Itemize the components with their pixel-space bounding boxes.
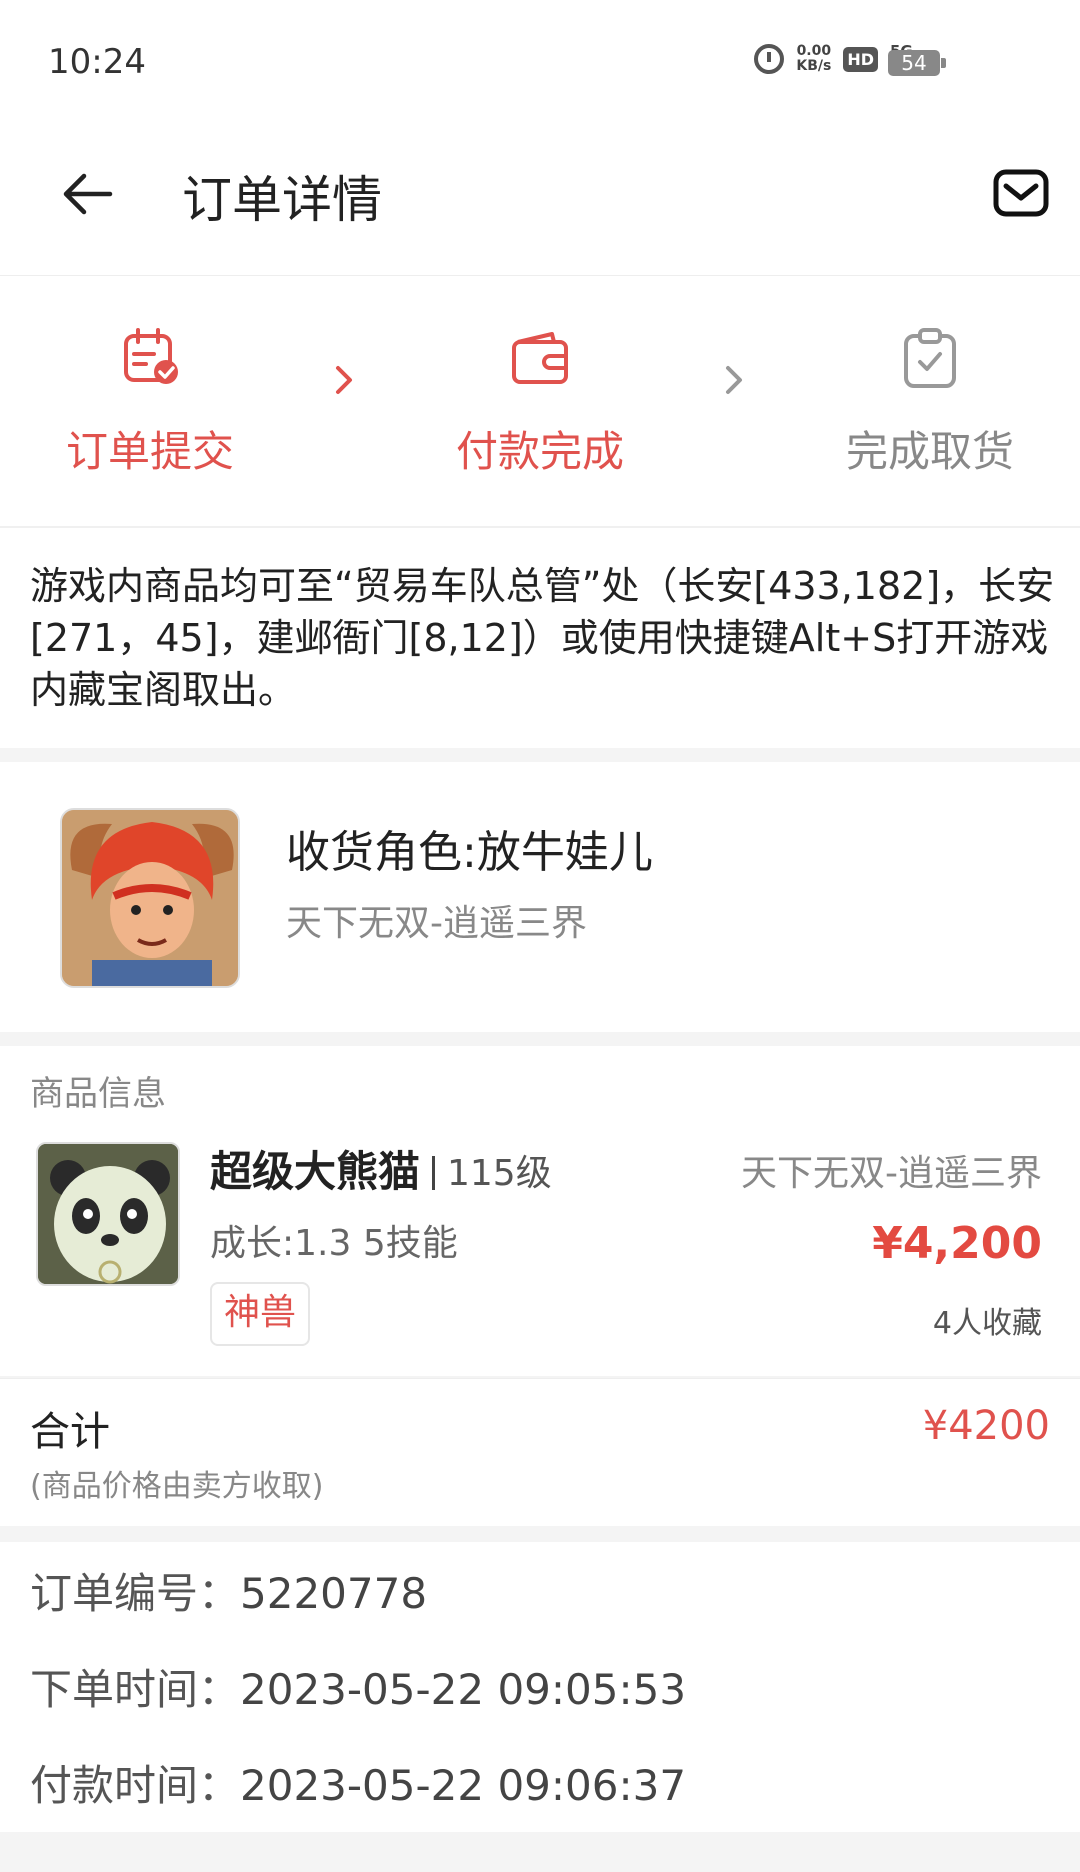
status-bar: 10:24 0.00 KB/s HD 5G 54 <box>0 0 1080 120</box>
notice-text: 游戏内商品均可至“贸易车队总管”处（长安[433,182]，长安[271，45]… <box>30 564 1055 712</box>
pickup-notice: 游戏内商品均可至“贸易车队总管”处（长安[433,182]，长安[271，45]… <box>0 526 1080 748</box>
page-title: 订单详情 <box>182 171 382 229</box>
wallet-icon <box>512 332 568 384</box>
app-header: 订单详情 <box>0 120 1080 276</box>
product-info-card: 商品信息 超级大熊猫 115级 成长:1.3 5技能 神兽 天下无双-逍遥三界 … <box>0 1046 1080 1376</box>
total-value: ¥4200 <box>922 1403 1050 1449</box>
pet-stats: 成长:1.3 5技能 <box>210 1223 458 1264</box>
step-label: 订单提交 <box>65 427 234 476</box>
pet-tag: 神兽 <box>210 1282 311 1346</box>
net-speed-unit: KB/s <box>796 58 832 74</box>
pay-time-value: 2023-05-22 09:06:37 <box>240 1761 687 1810</box>
mail-icon[interactable] <box>992 164 1050 222</box>
step-order-submitted: 订单提交 <box>20 326 280 479</box>
receiver-server: 天下无双-逍遥三界 <box>286 903 587 944</box>
order-number-value: 5220778 <box>240 1569 428 1618</box>
receiver-card: 收货角色:放牛娃儿 天下无双-逍遥三界 <box>0 762 1080 1032</box>
order-time-row: 下单时间：2023-05-22 09:05:53 <box>30 1656 686 1717</box>
step-label: 完成取货 <box>845 427 1014 476</box>
order-number-label: 订单编号： <box>30 1569 241 1618</box>
net-speed-value: 0.00 <box>796 43 832 59</box>
order-number-row: 订单编号：5220778 <box>30 1560 427 1621</box>
pay-time-row: 付款时间：2023-05-22 09:06:37 <box>30 1752 686 1813</box>
receiver-role-name: 收货角色:放牛娃儿 <box>286 827 653 878</box>
hd-badge: HD <box>843 46 878 72</box>
pet-avatar[interactable] <box>36 1142 180 1286</box>
step-payment-complete: 付款完成 <box>410 326 670 479</box>
order-time-label: 下单时间： <box>30 1665 241 1714</box>
total-section: 合计 (商品价格由卖方收取) ¥4200 <box>0 1378 1080 1526</box>
chevron-right-icon <box>336 366 352 394</box>
product-price: ¥4,200 <box>872 1218 1042 1269</box>
alarm-icon <box>754 44 785 74</box>
favorites-count: 4人收藏 <box>932 1306 1042 1341</box>
net-speed: 0.00 KB/s <box>796 44 831 74</box>
clipboard-check-icon <box>904 328 956 388</box>
calendar-check-icon <box>124 328 178 384</box>
pet-level: 115级 <box>432 1144 552 1196</box>
section-title: 商品信息 <box>30 1074 166 1114</box>
order-progress-steps: 订单提交 付款完成 完成取货 <box>0 276 1080 526</box>
back-arrow-icon[interactable] <box>56 164 116 224</box>
battery-icon: 54 <box>888 50 946 76</box>
step-pickup-complete: 完成取货 <box>800 326 1060 479</box>
order-time-value: 2023-05-22 09:05:53 <box>240 1665 687 1714</box>
total-label: 合计 <box>30 1409 110 1455</box>
status-time: 10:24 <box>48 42 146 82</box>
order-detail-page: 10:24 0.00 KB/s HD 5G 54 订单详情 <box>0 0 1080 1872</box>
pay-time-label: 付款时间： <box>30 1761 241 1810</box>
battery-level: 54 <box>888 50 940 76</box>
pet-name: 超级大熊猫 <box>210 1147 421 1196</box>
product-server: 天下无双-逍遥三界 <box>741 1153 1042 1194</box>
step-label: 付款完成 <box>455 427 624 476</box>
total-note: (商品价格由卖方收取) <box>30 1469 324 1504</box>
role-avatar <box>60 808 240 988</box>
chevron-right-icon <box>726 366 742 394</box>
order-info: 订单编号：5220778 下单时间：2023-05-22 09:05:53 付款… <box>0 1542 1080 1832</box>
